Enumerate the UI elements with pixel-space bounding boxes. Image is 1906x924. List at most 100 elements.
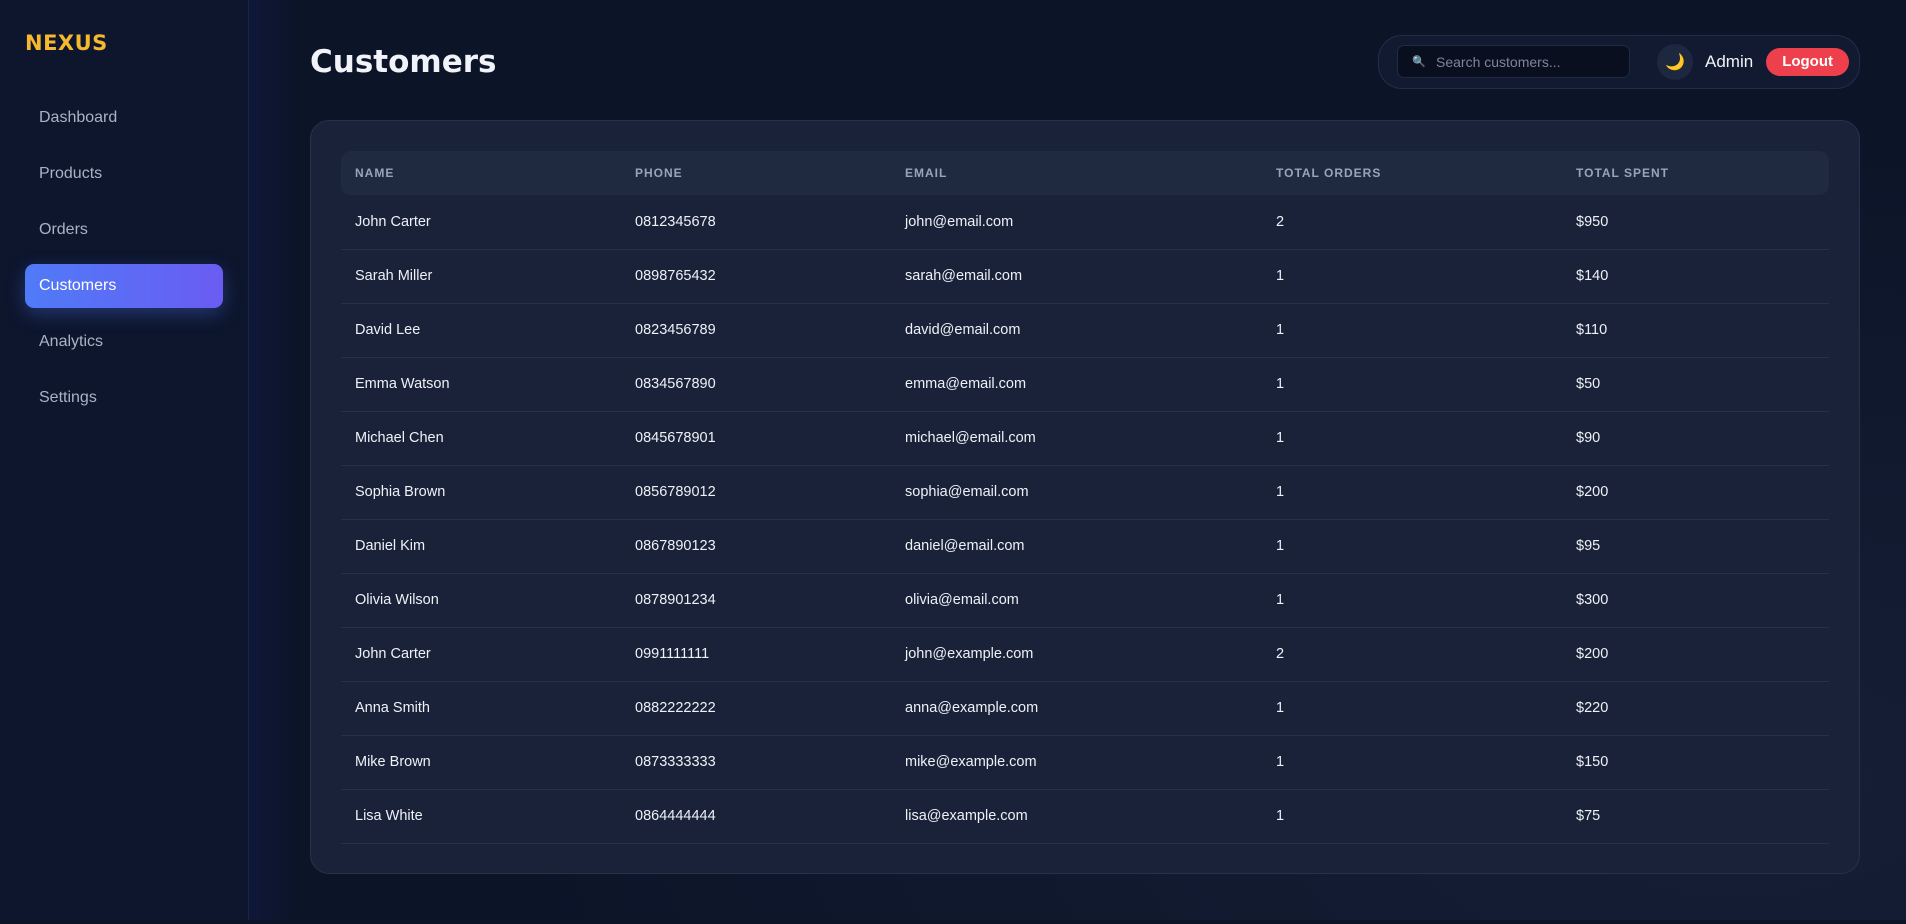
column-header-total-spent[interactable]: TOTAL SPENT [1562, 151, 1829, 195]
page-title: Customers [310, 43, 497, 80]
main-content: Customers 🔍 🌙 Admin Logout [249, 0, 1906, 920]
customers-table-card: NAME PHONE EMAIL TOTAL ORDERS TOTAL SPEN… [310, 120, 1860, 874]
cell-email: michael@email.com [891, 411, 1262, 466]
cell-phone: 0898765432 [621, 249, 891, 304]
cell-total-spent: $200 [1562, 465, 1829, 520]
cell-email: john@example.com [891, 627, 1262, 682]
search-input[interactable] [1436, 53, 1616, 70]
cell-total-orders: 1 [1262, 681, 1562, 736]
table-header-row: NAME PHONE EMAIL TOTAL ORDERS TOTAL SPEN… [341, 151, 1829, 195]
sidebar-nav: Dashboard Products Orders Customers Anal… [25, 96, 223, 420]
cell-name: John Carter [341, 195, 621, 250]
cell-total-orders: 1 [1262, 465, 1562, 520]
column-header-email[interactable]: EMAIL [891, 151, 1262, 195]
cell-total-orders: 1 [1262, 303, 1562, 358]
cell-total-orders: 2 [1262, 627, 1562, 682]
search-box[interactable]: 🔍 [1397, 45, 1630, 78]
cell-phone: 0845678901 [621, 411, 891, 466]
cell-total-orders: 1 [1262, 411, 1562, 466]
cell-name: Emma Watson [341, 357, 621, 412]
customers-table: NAME PHONE EMAIL TOTAL ORDERS TOTAL SPEN… [341, 151, 1829, 844]
cell-name: Sophia Brown [341, 465, 621, 520]
cell-name: Sarah Miller [341, 249, 621, 304]
cell-phone: 0991111111 [621, 627, 891, 682]
cell-total-orders: 1 [1262, 573, 1562, 628]
table-row[interactable]: Sarah Miller 0898765432 sarah@email.com … [341, 249, 1829, 304]
cell-total-orders: 1 [1262, 357, 1562, 412]
table-row[interactable]: John Carter 0812345678 john@email.com 2 … [341, 195, 1829, 250]
cell-phone: 0864444444 [621, 789, 891, 844]
table-row[interactable]: Emma Watson 0834567890 emma@email.com 1 … [341, 357, 1829, 412]
cell-phone: 0812345678 [621, 195, 891, 250]
sidebar-item-customers[interactable]: Customers [25, 264, 223, 308]
cell-total-orders: 1 [1262, 789, 1562, 844]
cell-phone: 0867890123 [621, 519, 891, 574]
moon-icon: 🌙 [1665, 53, 1685, 71]
theme-toggle-button[interactable]: 🌙 [1657, 43, 1693, 80]
search-icon: 🔍 [1412, 56, 1426, 68]
cell-email: david@email.com [891, 303, 1262, 358]
logout-button[interactable]: Logout [1766, 47, 1849, 76]
cell-email: daniel@email.com [891, 519, 1262, 574]
sidebar-item-dashboard[interactable]: Dashboard [25, 96, 223, 140]
cell-total-spent: $950 [1562, 195, 1829, 250]
cell-phone: 0873333333 [621, 735, 891, 790]
topbar: Customers 🔍 🌙 Admin Logout [310, 0, 1860, 120]
table-row[interactable]: Olivia Wilson 0878901234 olivia@email.co… [341, 573, 1829, 628]
table-row[interactable]: Mike Brown 0873333333 mike@example.com 1… [341, 735, 1829, 790]
table-row[interactable]: Sophia Brown 0856789012 sophia@email.com… [341, 465, 1829, 520]
cell-total-spent: $110 [1562, 303, 1829, 358]
cell-total-orders: 2 [1262, 195, 1562, 250]
cell-total-orders: 1 [1262, 519, 1562, 574]
app-logo: NEXUS [25, 31, 108, 55]
sidebar-item-products[interactable]: Products [25, 152, 223, 196]
sidebar-item-analytics[interactable]: Analytics [25, 320, 223, 364]
cell-phone: 0878901234 [621, 573, 891, 628]
sidebar: NEXUS Dashboard Products Orders Customer… [0, 0, 298, 920]
cell-email: sophia@email.com [891, 465, 1262, 520]
cell-phone: 0823456789 [621, 303, 891, 358]
app-window: NEXUS Dashboard Products Orders Customer… [0, 0, 1906, 920]
table-row[interactable]: John Carter 0991111111 john@example.com … [341, 627, 1829, 682]
header-controls: 🔍 🌙 Admin Logout [1378, 34, 1860, 89]
cell-email: mike@example.com [891, 735, 1262, 790]
cell-name: David Lee [341, 303, 621, 358]
cell-total-spent: $75 [1562, 789, 1829, 844]
cell-total-spent: $200 [1562, 627, 1829, 682]
column-header-phone[interactable]: PHONE [621, 151, 891, 195]
cell-name: Olivia Wilson [341, 573, 621, 628]
cell-email: lisa@example.com [891, 789, 1262, 844]
table-row[interactable]: Anna Smith 0882222222 anna@example.com 1… [341, 681, 1829, 736]
user-name: Admin [1705, 51, 1754, 71]
cell-email: sarah@email.com [891, 249, 1262, 304]
cell-phone: 0834567890 [621, 357, 891, 412]
cell-total-orders: 1 [1262, 735, 1562, 790]
cell-total-spent: $90 [1562, 411, 1829, 466]
cell-total-spent: $300 [1562, 573, 1829, 628]
cell-name: Mike Brown [341, 735, 621, 790]
column-header-total-orders[interactable]: TOTAL ORDERS [1262, 151, 1562, 195]
cell-total-spent: $150 [1562, 735, 1829, 790]
sidebar-item-orders[interactable]: Orders [25, 208, 223, 252]
cell-email: anna@example.com [891, 681, 1262, 736]
table-row[interactable]: Lisa White 0864444444 lisa@example.com 1… [341, 789, 1829, 844]
cell-total-spent: $140 [1562, 249, 1829, 304]
cell-name: Daniel Kim [341, 519, 621, 574]
table-row[interactable]: Daniel Kim 0867890123 daniel@email.com 1… [341, 519, 1829, 574]
sidebar-item-settings[interactable]: Settings [25, 376, 223, 420]
cell-name: John Carter [341, 627, 621, 682]
table-body: John Carter 0812345678 john@email.com 2 … [341, 195, 1829, 844]
column-header-name[interactable]: NAME [341, 151, 621, 195]
cell-total-spent: $95 [1562, 519, 1829, 574]
table-row[interactable]: Michael Chen 0845678901 michael@email.co… [341, 411, 1829, 466]
cell-total-spent: $50 [1562, 357, 1829, 412]
cell-name: Lisa White [341, 789, 621, 844]
cell-phone: 0882222222 [621, 681, 891, 736]
cell-email: olivia@email.com [891, 573, 1262, 628]
table-row[interactable]: David Lee 0823456789 david@email.com 1 $… [341, 303, 1829, 358]
cell-total-spent: $220 [1562, 681, 1829, 736]
cell-name: Anna Smith [341, 681, 621, 736]
cell-email: john@email.com [891, 195, 1262, 250]
cell-phone: 0856789012 [621, 465, 891, 520]
cell-total-orders: 1 [1262, 249, 1562, 304]
